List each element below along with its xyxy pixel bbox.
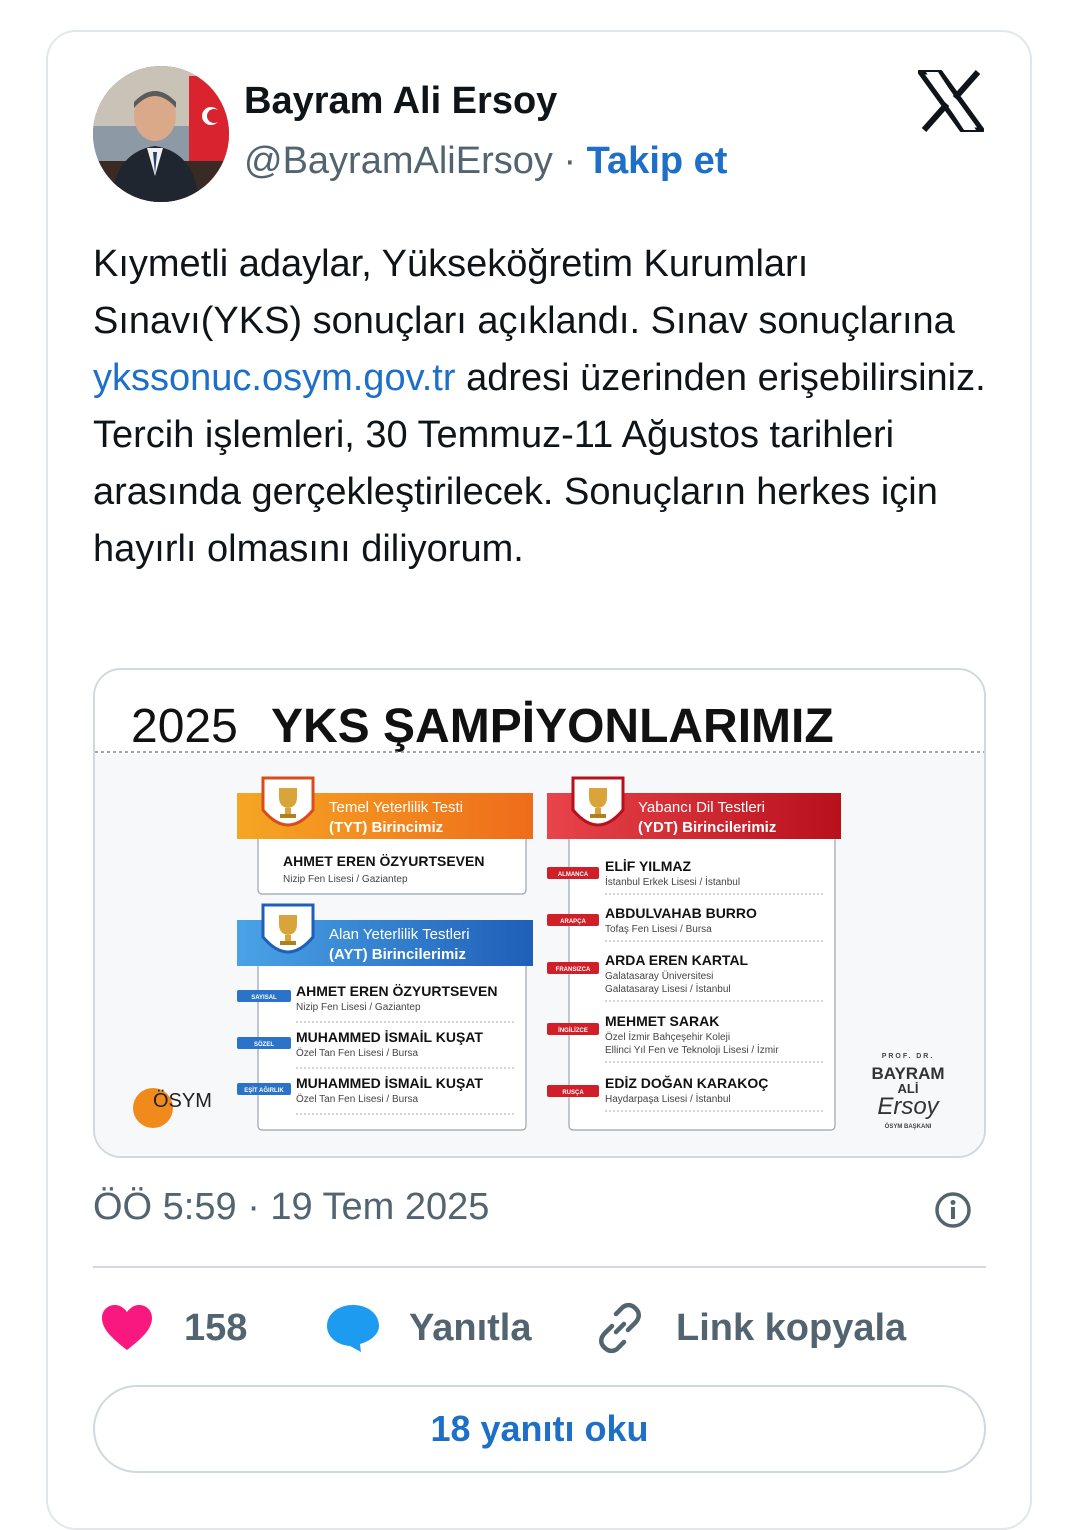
ydt-school-5: Haydarpaşa Lisesi / İstanbul [605, 1092, 731, 1105]
svg-text:Ersoy: Ersoy [877, 1093, 940, 1120]
trophy-icon [571, 776, 625, 827]
svg-text:2025: 2025 [131, 700, 238, 753]
copy-link-label: Link kopyala [676, 1306, 907, 1349]
ayt-name-1: AHMET EREN ÖZYURTSEVEN [296, 983, 497, 999]
ayt-school-1: Nizip Fen Lisesi / Gaziantep [296, 1002, 421, 1013]
tyt-header-line1: Temel Yeterlilik Testi [329, 799, 463, 816]
tyt-name: AHMET EREN ÖZYURTSEVEN [283, 853, 484, 869]
ayt-name-3: MUHAMMED İSMAİL KUŞAT [296, 1075, 483, 1091]
ydt-header-line2: (YDT) Birincilerimiz [638, 819, 776, 836]
copy-link-button[interactable]: Link kopyala [594, 1298, 906, 1358]
ydt-name-2: ABDULVAHAB BURRO [605, 905, 757, 921]
ayt-tag-3: EŞİT AĞIRLIK [244, 1086, 284, 1094]
ayt-name-2: MUHAMMED İSMAİL KUŞAT [296, 1029, 483, 1045]
ydt-header-line1: Yabancı Dil Testleri [638, 799, 765, 816]
ydt-tag-5: RUSÇA [562, 1090, 584, 1096]
ydt-name-5: EDİZ DOĞAN KARAKOÇ [605, 1074, 768, 1091]
author-handle[interactable]: @BayramAliErsoy [244, 140, 553, 182]
ydt-tag-2: ARAPÇA [560, 919, 586, 925]
trophy-icon [261, 776, 315, 827]
ayt-school-2: Özel Tan Fen Lisesi / Bursa [296, 1047, 419, 1059]
link-icon [599, 1302, 641, 1354]
yks-champions-graphic: 2025 YKS ŞAMPİYONLARIMIZ Temel Yeterlili… [95, 670, 984, 1156]
osym-label: ÖSYM [153, 1090, 212, 1112]
title-main: YKS ŞAMPİYONLARIMIZ [271, 700, 834, 753]
ayt-header-line1: Alan Yeterlilik Testleri [329, 926, 470, 943]
author-handle-row: @BayramAliErsoy · Takip et [244, 140, 727, 183]
svg-text:PROF. DR.: PROF. DR. [882, 1053, 935, 1060]
ydt-tag-1: ALMANCA [558, 872, 589, 878]
reply-button[interactable]: Yanıtla [325, 1298, 532, 1358]
ydt-name-4: MEHMET SARAK [605, 1013, 719, 1029]
ydt-school-4b: Ellinci Yıl Fen ve Teknoloji Lisesi / İz… [605, 1043, 779, 1056]
tyt-header-line2: (TYT) Birincimiz [329, 819, 443, 836]
speech-bubble-icon [327, 1305, 379, 1352]
title-year: 2025 [131, 700, 238, 753]
ydt-tag-4: İNGİLİZCE [558, 1027, 588, 1034]
trophy-icon [261, 903, 315, 954]
info-icon[interactable] [933, 1190, 973, 1230]
ydt-school-3b: Galatasaray Lisesi / İstanbul [605, 982, 731, 995]
svg-text:ÖSYM BAŞKANI: ÖSYM BAŞKANI [885, 1123, 932, 1130]
author-name[interactable]: Bayram Ali Ersoy [244, 80, 557, 123]
ydt-name-3: ARDA EREN KARTAL [605, 952, 749, 968]
tweet-timestamp[interactable]: ÖÖ 5:59 · 19 Tem 2025 [93, 1186, 489, 1229]
like-count: 158 [184, 1306, 248, 1349]
author-avatar[interactable] [93, 66, 229, 202]
tyt-school: Nizip Fen Lisesi / Gaziantep [283, 874, 408, 885]
divider [93, 1266, 986, 1268]
ydt-name-1: ELİF YILMAZ [605, 858, 692, 874]
tweet-link[interactable]: ykssonuc.osym.gov.tr [93, 357, 456, 399]
separator-dot: · [563, 140, 577, 182]
ydt-school-1: İstanbul Erkek Lisesi / İstanbul [605, 875, 740, 888]
ayt-tag-2: SÖZEL [254, 1041, 274, 1048]
ydt-school-3a: Galatasaray Üniversitesi [605, 970, 713, 982]
tweet-text-part1: Kıymetli adaylar, Yükseköğretim Kurumlar… [93, 243, 955, 342]
like-button[interactable]: 158 [100, 1298, 247, 1358]
heart-icon [102, 1305, 152, 1350]
ydt-school-2: Tofaş Fen Lisesi / Bursa [605, 924, 712, 935]
reply-label: Yanıtla [409, 1306, 532, 1349]
ayt-tag-1: SAYISAL [251, 995, 277, 1001]
ayt-school-3: Özel Tan Fen Lisesi / Bursa [296, 1093, 419, 1105]
ayt-header-line2: (AYT) Birincilerimiz [329, 946, 466, 963]
follow-button[interactable]: Takip et [587, 140, 728, 182]
ydt-school-4a: Özel İzmir Bahçeşehir Koleji [605, 1030, 730, 1043]
tweet-media-image[interactable]: 2025 YKS ŞAMPİYONLARIMIZ Temel Yeterlili… [93, 668, 986, 1158]
ydt-tag-3: FRANSIZCA [556, 967, 591, 973]
read-replies-button[interactable]: 18 yanıtı oku [93, 1385, 986, 1473]
avatar-photo [93, 66, 229, 202]
tweet-text: Kıymetli adaylar, Yükseköğretim Kurumlar… [93, 236, 993, 578]
x-logo-icon[interactable] [918, 70, 984, 132]
